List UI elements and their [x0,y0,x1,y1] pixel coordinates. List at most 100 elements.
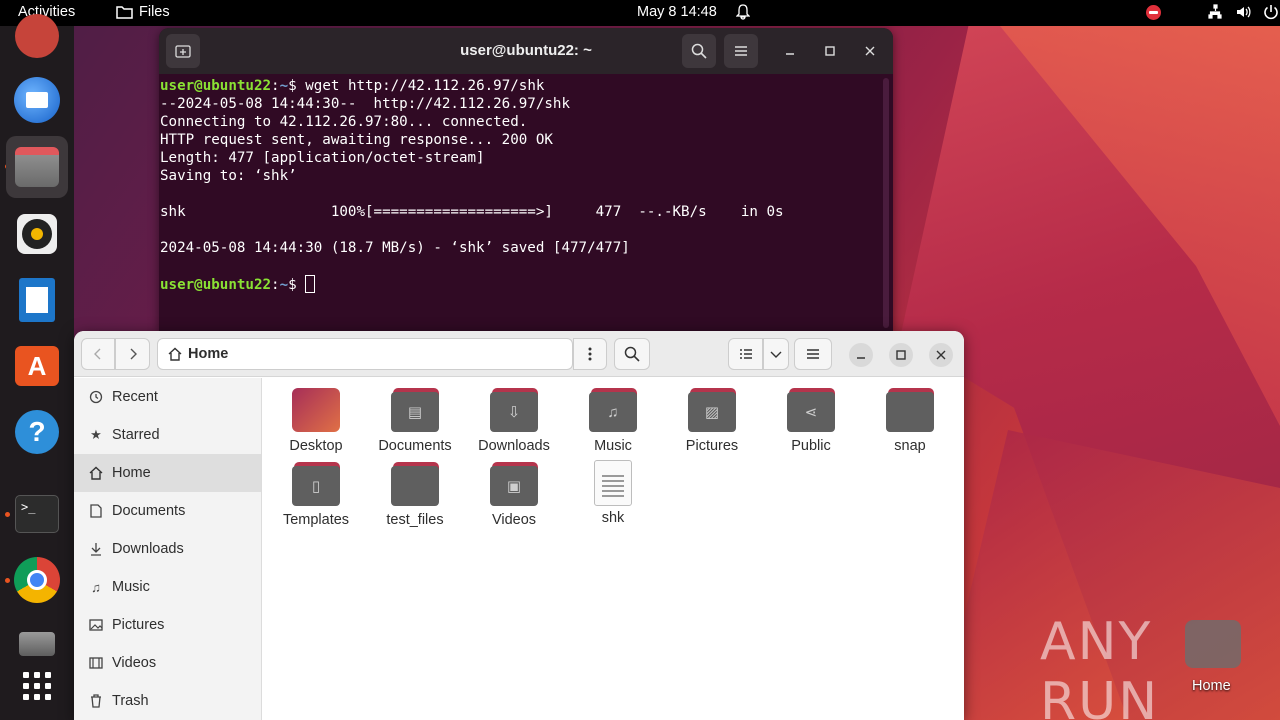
terminal-header[interactable]: user@ubuntu22: ~ [159,28,893,74]
app-menu-button[interactable]: Files [116,4,170,20]
sidebar-item-music[interactable]: ♫ Music [74,568,261,606]
top-bar: Activities Files May 8 14:48 [0,0,1280,26]
file-item[interactable]: ▣ Videos [466,462,562,528]
list-view-button[interactable] [728,338,763,370]
file-item-label: Videos [491,512,537,528]
minimize-button[interactable] [783,44,797,58]
sidebar-item-label: Pictures [112,617,165,633]
output-line: shk 100%[===================>] 477 --.-K… [160,204,784,220]
text-file-icon [594,460,632,506]
close-button[interactable] [863,44,877,58]
file-item[interactable]: ♫ Music [565,388,661,454]
file-item[interactable]: ⋖ Public [763,388,859,454]
ubuntu-app-icon[interactable] [13,12,61,60]
sidebar-item-label: Trash [112,693,149,709]
sidebar-item-label: Documents [112,503,186,519]
file-item[interactable]: ⇩ Downloads [466,388,562,454]
file-item-label: Desktop [289,438,343,454]
search-button[interactable] [614,338,650,370]
search-icon [624,346,640,362]
search-icon [691,43,707,59]
file-item[interactable]: Desktop [268,388,364,454]
sidebar-item-documents[interactable]: Documents [74,492,261,530]
sidebar-item-trash[interactable]: Trash [74,682,261,720]
back-button[interactable] [81,338,115,370]
close-button[interactable] [929,343,953,367]
terminal-icon[interactable]: >_ [13,490,61,538]
file-item[interactable]: ▯ Templates [268,462,364,528]
sidebar-item-downloads[interactable]: Downloads [74,530,261,568]
file-item-label: Pictures [685,438,739,454]
documents-folder-icon: ▤ [391,388,439,432]
music-folder-icon: ♫ [589,388,637,432]
maximize-icon [825,46,835,56]
prompt-user: user@ubuntu22 [160,277,272,293]
file-item-label: test_files [386,512,444,528]
thunderbird-icon[interactable] [13,76,61,124]
rhythmbox-icon[interactable] [13,210,61,258]
maximize-button[interactable] [889,343,913,367]
public-folder-icon: ⋖ [787,388,835,432]
file-item[interactable]: snap [862,388,958,454]
output-line: HTTP request sent, awaiting response... … [160,132,553,148]
forward-button[interactable] [115,338,150,370]
app-center-icon[interactable]: A [13,342,61,390]
file-item-label: Templates [282,512,350,528]
system-tray[interactable] [1146,4,1279,20]
do-not-disturb-icon[interactable] [1146,4,1161,20]
downloads-folder-icon: ⇩ [490,388,538,432]
output-line: Saving to: ‘shk’ [160,168,297,184]
home-icon [168,347,182,361]
file-item[interactable]: shk [565,460,661,526]
pictures-folder-icon: ▨ [688,388,736,432]
videos-folder-icon: ▣ [490,462,538,506]
file-grid: Desktop ▤ Documents ⇩ Downloads ♫ Music … [262,378,964,720]
chrome-icon[interactable] [13,556,61,604]
chevron-left-icon [94,348,101,360]
disk-icon[interactable] [13,620,61,668]
bell-icon[interactable] [735,4,751,24]
file-manager-header[interactable]: Home [74,331,964,377]
terminal-menu-button[interactable] [724,34,758,68]
running-indicator [5,512,10,517]
output-line: Length: 477 [application/octet-stream] [160,150,485,166]
path-menu-button[interactable] [573,338,607,370]
maximize-button[interactable] [823,44,837,58]
download-icon [88,541,104,557]
terminal-search-button[interactable] [682,34,716,68]
sidebar-item-videos[interactable]: Videos [74,644,261,682]
prompt-path: ~ [279,277,289,293]
output-line: Connecting to 42.112.26.97:80... connect… [160,114,528,130]
view-options-button[interactable] [763,338,789,370]
sidebar-item-pictures[interactable]: Pictures [74,606,261,644]
home-icon [88,465,104,481]
test-files-folder-icon [391,462,439,506]
hamburger-icon [735,46,747,56]
sidebar-item-recent[interactable]: Recent [74,378,261,416]
main-menu-button[interactable] [794,338,832,370]
path-bar[interactable]: Home [157,338,573,370]
picture-icon [88,617,104,633]
terminal-scrollbar[interactable] [883,78,889,328]
document-icon [88,503,104,519]
clock[interactable]: May 8 14:48 [637,4,717,20]
terminal-output[interactable]: user@ubuntu22:~$ wget http://42.112.26.9… [159,74,893,294]
sidebar-item-starred[interactable]: ★ Starred [74,416,261,454]
help-icon[interactable]: ? [13,408,61,456]
show-apps-icon[interactable] [13,662,61,710]
chevron-down-icon [770,351,782,358]
terminal-window[interactable]: user@ubuntu22: ~ user@ubuntu22:~$ wget h… [159,28,893,332]
file-item[interactable]: test_files [367,462,463,528]
hamburger-icon [807,349,819,359]
prompt-path: ~ [279,78,289,94]
minimize-button[interactable] [849,343,873,367]
sidebar-item-home[interactable]: Home [74,454,261,492]
file-manager-window[interactable]: Home Recent ★ Starred Home Documents Dow… [74,331,964,720]
prompt-user: user@ubuntu22 [160,78,272,94]
file-item[interactable]: ▤ Documents [367,388,463,454]
file-item[interactable]: ▨ Pictures [664,388,760,454]
writer-icon[interactable] [13,276,61,324]
dock: A ? >_ [0,14,74,720]
files-icon[interactable] [6,136,68,198]
file-item-label: Documents [378,438,452,454]
